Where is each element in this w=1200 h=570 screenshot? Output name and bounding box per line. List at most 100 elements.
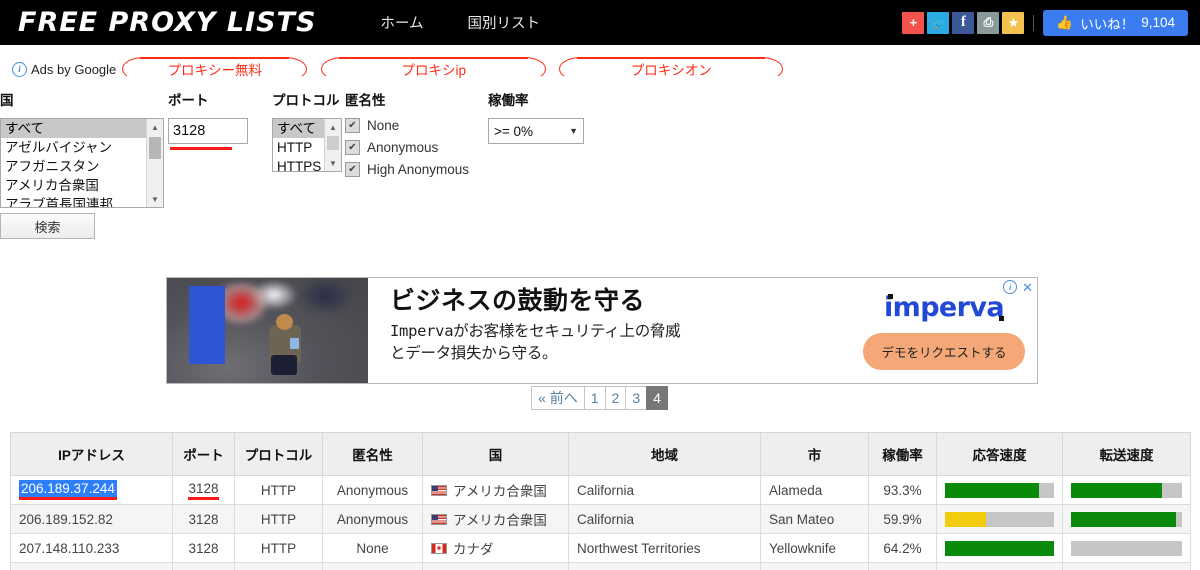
country-option-3[interactable]: アメリカ合衆国 (1, 176, 163, 195)
cell-response-speed (936, 533, 1063, 563)
country-option-0[interactable]: すべて (1, 119, 163, 138)
search-button-wrap: 検索 (0, 199, 95, 239)
pagination: « 前へ 1 2 3 4 (0, 386, 1200, 410)
nav-item-home[interactable]: ホーム (358, 12, 445, 33)
country-option-1[interactable]: アゼルバイジャン (1, 138, 163, 157)
like-label: いいね！ (1080, 16, 1135, 32)
table-row[interactable]: 207.148.110.233 3128 HTTP None カナダ North… (10, 533, 1191, 563)
ad-info-icon[interactable]: i (1003, 280, 1018, 294)
cell-transfer-speed (1062, 562, 1191, 570)
cell-protocol: HTTP (234, 475, 323, 505)
scrollbar-thumb[interactable] (149, 137, 161, 159)
cell-uptime: 64.2% (868, 533, 937, 563)
th-protocol[interactable]: プロトコル (234, 432, 323, 476)
protocol-select-scrollbar[interactable]: ▲ ▼ (324, 119, 341, 171)
flag-us-icon (431, 484, 447, 496)
page-root: FREE PROXY LISTS ホーム 国別リスト + 🐦 f ⎙ ★ 👍 い… (0, 0, 1200, 570)
ad-link-3-label: プロキシオン (630, 63, 712, 78)
site-logo[interactable]: FREE PROXY LISTS (18, 7, 316, 38)
cell-region: California (568, 475, 761, 505)
checkbox-checked-icon[interactable]: ✔ (345, 162, 360, 177)
print-icon[interactable]: ⎙ (977, 11, 1000, 34)
close-icon[interactable]: ✕ (1022, 281, 1033, 294)
anonymity-high-anonymous-label: High Anonymous (367, 162, 470, 177)
ad-link-2[interactable]: プロキシip (321, 57, 547, 81)
cell-ip[interactable] (10, 562, 173, 570)
uptime-select[interactable]: >= 0% ▼ (488, 118, 584, 144)
scrollbar-thumb[interactable] (327, 136, 339, 150)
uptime-selected-value: >= 0% (494, 123, 534, 139)
pagination-page-4[interactable]: 4 (646, 386, 668, 410)
pagination-page-1[interactable]: 1 (583, 386, 606, 410)
th-country[interactable]: 国 (422, 432, 569, 476)
th-region[interactable]: 地域 (568, 432, 761, 476)
facebook-like-button[interactable]: 👍 いいね！ 9,104 (1043, 9, 1188, 36)
table-row[interactable]: 206.189.37.244 3128 HTTP Anonymous アメリカ合… (10, 475, 1191, 505)
cell-city (760, 562, 869, 570)
pagination-page-2[interactable]: 2 (604, 386, 627, 410)
ad-link-1[interactable]: プロキシー無料 (122, 57, 308, 81)
th-city[interactable]: 市 (760, 432, 869, 476)
cell-port: 3128 (172, 504, 235, 534)
imperva-brand-text: imperva (884, 292, 1005, 323)
country-name: アメリカ合衆国 (453, 513, 547, 528)
anonymity-option-high-anonymous[interactable]: ✔ High Anonymous (345, 162, 469, 177)
cell-port: 3128 (172, 533, 235, 563)
th-uptime[interactable]: 稼働率 (868, 432, 937, 476)
twitter-icon[interactable]: 🐦 (927, 11, 950, 34)
cell-protocol: HTTP (234, 504, 323, 534)
protocol-select[interactable]: すべて HTTP HTTPS ▲ ▼ (272, 118, 342, 172)
person-head (276, 314, 293, 330)
transfer-speed-bar (1071, 511, 1182, 527)
facebook-icon[interactable]: f (952, 11, 975, 34)
cell-response-speed (936, 475, 1063, 505)
nav-item-country-list[interactable]: 国別リスト (446, 12, 563, 33)
table-row[interactable]: 206.189.152.82 3128 HTTP Anonymous アメリカ合… (10, 504, 1191, 534)
port-input[interactable] (168, 118, 248, 144)
request-demo-button[interactable]: デモをリクエストする (863, 333, 1025, 370)
favorite-star-icon[interactable]: ★ (1002, 11, 1025, 34)
info-icon[interactable]: i (12, 61, 27, 77)
th-response[interactable]: 応答速度 (936, 432, 1063, 476)
share-plus-icon[interactable]: + (902, 11, 925, 34)
scroll-down-icon[interactable]: ▼ (325, 155, 341, 171)
cell-ip[interactable]: 206.189.152.82 (10, 504, 173, 534)
photo-person (263, 308, 307, 378)
cell-anonymity: Anonymous (322, 504, 423, 534)
table-row[interactable] (10, 562, 1191, 570)
th-transfer[interactable]: 転送速度 (1062, 432, 1191, 476)
ad-link-3[interactable]: プロキシオン (559, 57, 784, 81)
country-select-scrollbar[interactable]: ▲ ▼ (146, 119, 163, 207)
scroll-up-icon[interactable]: ▲ (325, 119, 341, 135)
cell-ip[interactable]: 206.189.37.244 (10, 475, 173, 505)
country-select[interactable]: すべて アゼルバイジャン アフガニスタン アメリカ合衆国 アラブ首長国連邦 ▲ … (0, 118, 164, 208)
country-option-2[interactable]: アフガニスタン (1, 157, 163, 176)
country-label: 国 (0, 93, 14, 108)
proxy-table-wrap: IPアドレス ポート プロトコル 匿名性 国 地域 市 稼働率 応答速度 転送速… (10, 432, 1191, 570)
anonymity-option-anonymous[interactable]: ✔ Anonymous (345, 140, 469, 155)
response-speed-bar (945, 482, 1054, 498)
anonymity-option-none[interactable]: ✔ None (345, 118, 469, 133)
cell-transfer-speed (1062, 533, 1191, 563)
th-port[interactable]: ポート (172, 432, 235, 476)
cell-anonymity (322, 562, 423, 570)
ip-value-selected[interactable]: 206.189.37.244 (19, 480, 117, 500)
cell-ip[interactable]: 207.148.110.233 (10, 533, 173, 563)
imperva-logo: imperva (884, 292, 1005, 323)
pagination-page-3[interactable]: 3 (625, 386, 648, 410)
banner-ad-cta-area: i ✕ imperva デモをリクエストする (851, 278, 1037, 383)
flag-ca-icon (431, 542, 447, 554)
scroll-up-icon[interactable]: ▲ (147, 119, 163, 135)
scroll-down-icon[interactable]: ▼ (147, 191, 163, 207)
anonymity-anonymous-label: Anonymous (367, 140, 439, 155)
response-speed-bar (945, 511, 1054, 527)
search-button[interactable]: 検索 (0, 213, 95, 239)
th-ip[interactable]: IPアドレス (10, 432, 173, 476)
checkbox-checked-icon[interactable]: ✔ (345, 118, 360, 133)
chevron-down-icon[interactable]: ▼ (569, 126, 578, 136)
ad-bracket-line (339, 57, 529, 59)
checkbox-checked-icon[interactable]: ✔ (345, 140, 360, 155)
th-anonymity[interactable]: 匿名性 (322, 432, 423, 476)
pagination-prev[interactable]: « 前へ (531, 386, 585, 410)
banner-ad[interactable]: ビジネスの鼓動を守る Impervaがお客様をセキュリティ上の脅威 とデータ損失… (166, 277, 1038, 384)
